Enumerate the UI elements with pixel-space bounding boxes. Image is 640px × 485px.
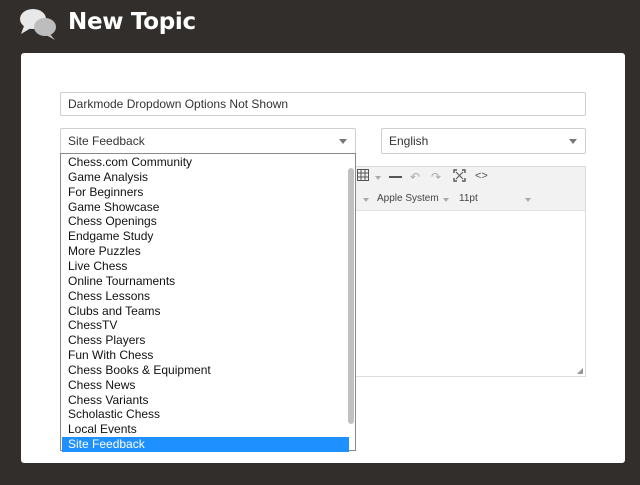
chevron-down-icon: [569, 139, 577, 144]
dropdown-option[interactable]: Chess.com Community: [62, 155, 349, 170]
chevron-down-icon: [339, 139, 347, 144]
dropdown-option[interactable]: Fun With Chess: [62, 348, 349, 363]
dropdown-option[interactable]: Chess Players: [62, 333, 349, 348]
resize-handle-icon[interactable]: ◢: [577, 366, 583, 375]
dropdown-option[interactable]: Chess News: [62, 378, 349, 393]
redo-icon[interactable]: ↷: [431, 170, 441, 184]
chevron-down-icon: [443, 198, 449, 202]
fullscreen-icon[interactable]: [453, 169, 466, 185]
dropdown-option[interactable]: Game Showcase: [62, 200, 349, 215]
table-icon[interactable]: [357, 169, 369, 184]
dropdown-option[interactable]: Chess Openings: [62, 214, 349, 229]
horizontal-line-icon[interactable]: [389, 176, 402, 178]
dropdown-option[interactable]: More Puzzles: [62, 244, 349, 259]
font-size-select[interactable]: 11pt: [459, 193, 478, 204]
dropdown-option[interactable]: Site Feedback: [62, 437, 349, 452]
category-dropdown-list[interactable]: Chess.com Community Game Analysis For Begi…: [60, 153, 356, 452]
dropdown-option[interactable]: ChessTV: [62, 318, 349, 333]
source-code-icon[interactable]: <>: [475, 169, 488, 183]
chevron-down-icon: [525, 198, 531, 202]
font-family-select[interactable]: Apple System: [377, 193, 439, 204]
dropdown-option[interactable]: Live Chess: [62, 259, 349, 274]
category-select-value: Site Feedback: [68, 134, 145, 148]
language-select[interactable]: English: [381, 128, 586, 154]
dropdown-option[interactable]: Scholastic Chess: [62, 407, 349, 422]
dropdown-option[interactable]: Chess Books & Equipment: [62, 363, 349, 378]
dropdown-option[interactable]: Chess Lessons: [62, 289, 349, 304]
table-dropdown-icon[interactable]: [375, 176, 381, 180]
language-select-value: English: [389, 134, 429, 148]
dropdown-option[interactable]: Game Analysis: [62, 170, 349, 185]
dropdown-option[interactable]: Chess Variants: [62, 393, 349, 408]
category-select[interactable]: Site Feedback: [60, 128, 356, 154]
page-title: New Topic: [68, 9, 196, 35]
page-header: New Topic: [0, 0, 640, 50]
dropdown-option[interactable]: Local Events: [62, 422, 349, 437]
dropdown-option[interactable]: For Beginners: [62, 185, 349, 200]
dropdown-option[interactable]: Endgame Study: [62, 229, 349, 244]
topic-title-input[interactable]: Darkmode Dropdown Options Not Shown: [60, 92, 586, 116]
chat-bubbles-icon: [20, 9, 56, 40]
font-family-dropdown-icon[interactable]: [363, 198, 369, 202]
dropdown-option[interactable]: Clubs and Teams: [62, 304, 349, 319]
undo-icon[interactable]: ↶: [410, 170, 420, 184]
dropdown-option[interactable]: Online Tournaments: [62, 274, 349, 289]
